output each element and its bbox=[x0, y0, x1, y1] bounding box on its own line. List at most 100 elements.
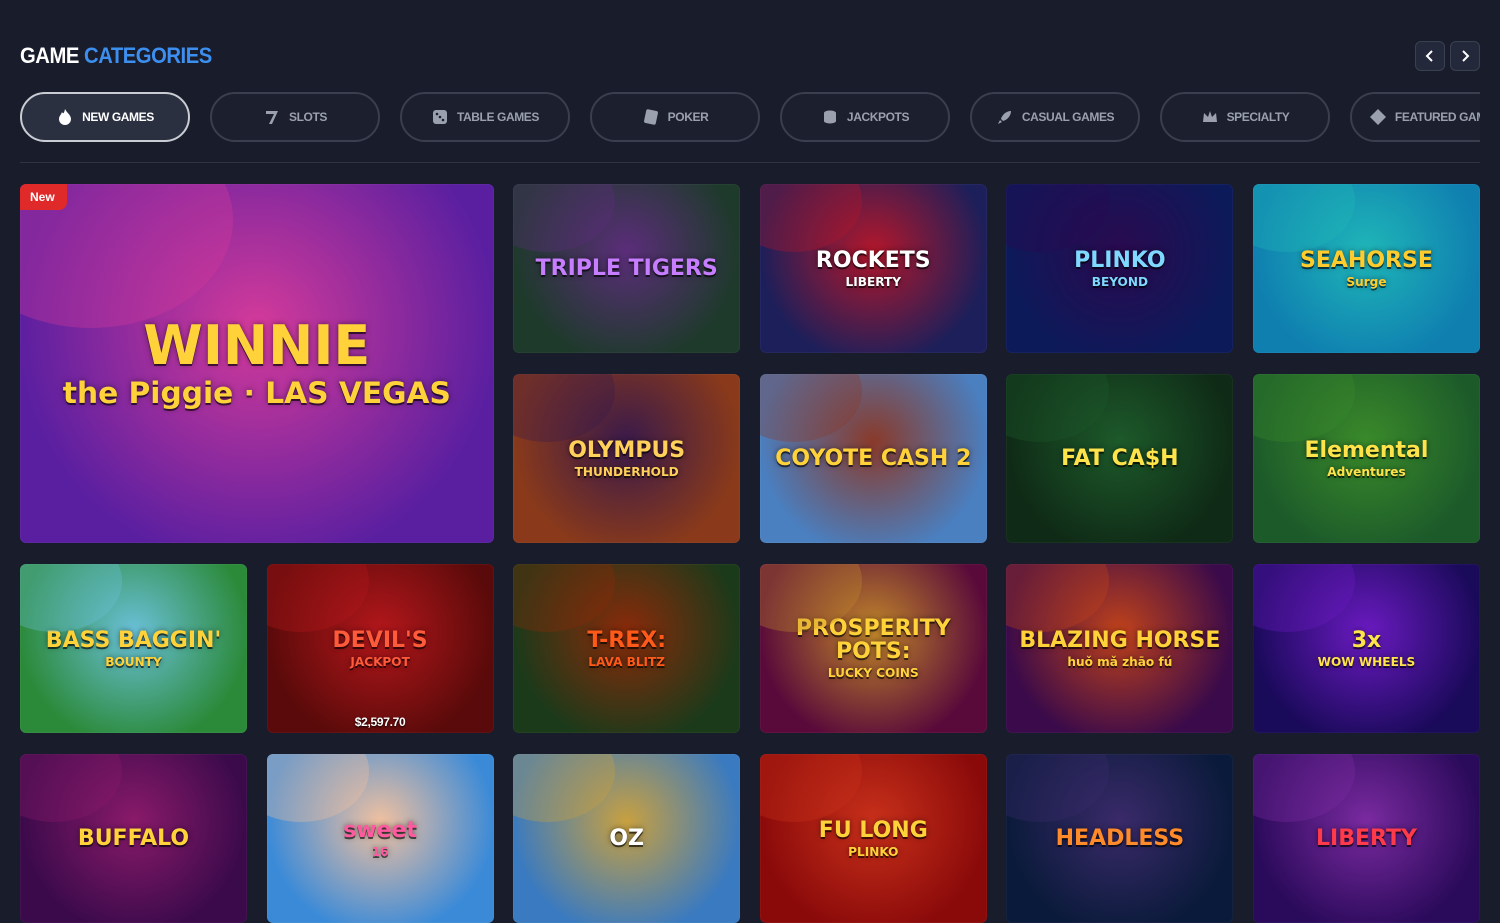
jackpot-amount: $2,597.70 bbox=[354, 715, 406, 729]
game-name: COYOTE CASH 2 bbox=[775, 445, 972, 471]
game-title: OZ bbox=[599, 827, 654, 850]
game-title: BASS BAGGIN' BOUNTY bbox=[36, 629, 231, 669]
game-tile[interactable]: SEAHORSE Surge bbox=[1252, 184, 1480, 353]
tab-label: POKER bbox=[667, 110, 709, 124]
tile-glow bbox=[1006, 754, 1109, 822]
tile-glow bbox=[1252, 754, 1356, 822]
game-title: WINNIE the Piggie · LAS VEGAS bbox=[53, 317, 461, 412]
game-tile[interactable]: COYOTE CASH 2 bbox=[759, 374, 987, 543]
game-title: BLAZING HORSE huǒ mǎ zhāo fú bbox=[1009, 629, 1230, 669]
tab-label: NEW GAMES bbox=[82, 110, 154, 124]
game-subtitle: the Piggie · LAS VEGAS bbox=[62, 376, 451, 412]
game-tile[interactable]: OLYMPUS THUNDERHOLD bbox=[513, 374, 741, 543]
tab-poker[interactable]: POKER bbox=[590, 92, 760, 142]
tab-label: JACKPOTS bbox=[846, 110, 910, 124]
new-badge: New bbox=[20, 184, 67, 210]
game-name: BUFFALO bbox=[77, 825, 190, 851]
chevron-left-icon bbox=[1425, 50, 1433, 62]
game-title: OLYMPUS THUNDERHOLD bbox=[558, 439, 695, 479]
game-title: ROCKETS LIBERTY bbox=[806, 249, 941, 289]
game-tile[interactable]: OZ bbox=[513, 754, 741, 923]
rocket-icon bbox=[997, 111, 1011, 124]
seven-icon bbox=[265, 111, 278, 124]
game-subtitle: THUNDERHOLD bbox=[574, 464, 679, 479]
tab-casual-games[interactable]: CASUAL GAMES bbox=[970, 92, 1140, 142]
game-title: BUFFALO bbox=[68, 827, 199, 850]
game-tile[interactable]: Elemental Adventures bbox=[1252, 374, 1480, 543]
tile-glow bbox=[513, 374, 616, 442]
game-name: T-REX: bbox=[587, 627, 666, 653]
game-tile[interactable]: BLAZING HORSE huǒ mǎ zhāo fú bbox=[1006, 564, 1234, 733]
tile-glow bbox=[266, 564, 369, 632]
tab-label: TABLE GAMES bbox=[456, 110, 540, 124]
card-icon bbox=[643, 109, 658, 125]
game-subtitle: LUCKY COINS bbox=[827, 666, 919, 681]
game-title: 3x WOW WHEELS bbox=[1308, 629, 1426, 669]
game-tile[interactable]: New WINNIE the Piggie · LAS VEGAS bbox=[20, 184, 494, 543]
scroll-left-button[interactable] bbox=[1415, 41, 1445, 71]
game-subtitle: Surge bbox=[1346, 274, 1387, 289]
game-name: Elemental bbox=[1304, 437, 1429, 463]
game-subtitle: PLINKO bbox=[848, 844, 899, 859]
game-grid: New WINNIE the Piggie · LAS VEGAS TRIPLE TI… bbox=[20, 184, 1480, 923]
tab-jackpots[interactable]: JACKPOTS bbox=[780, 92, 950, 142]
section-title-part1: GAME bbox=[20, 43, 79, 68]
game-tile[interactable]: BUFFALO bbox=[20, 754, 247, 923]
game-name: 3x bbox=[1351, 627, 1382, 653]
game-name: OLYMPUS bbox=[568, 437, 686, 463]
game-subtitle: BEYOND bbox=[1091, 274, 1148, 289]
game-subtitle: WOW WHEELS bbox=[1317, 654, 1416, 669]
tab-label: SPECIALTY bbox=[1226, 110, 1290, 124]
game-tile[interactable]: T-REX: LAVA BLITZ bbox=[513, 564, 741, 733]
scroll-right-button[interactable] bbox=[1450, 41, 1480, 71]
tile-glow bbox=[1252, 184, 1356, 252]
tile-glow bbox=[513, 564, 616, 632]
game-subtitle: JACKPOT bbox=[350, 654, 410, 669]
tile-glow bbox=[1006, 184, 1109, 252]
game-subtitle: huǒ mǎ zhāo fú bbox=[1067, 654, 1173, 669]
game-tile[interactable]: sweet 16 bbox=[266, 754, 494, 923]
game-tile[interactable]: DEVIL'S JACKPOT $2,597.70 bbox=[266, 564, 494, 733]
game-tile[interactable]: LIBERTY bbox=[1252, 754, 1480, 923]
tile-glow bbox=[20, 564, 123, 632]
game-tile[interactable]: FU LONG PLINKO bbox=[759, 754, 987, 923]
category-tabs: NEW GAMES SLOTS TABLE GAMES POKER JACKPOTS CA… bbox=[20, 92, 1480, 142]
tab-specialty[interactable]: SPECIALTY bbox=[1160, 92, 1330, 142]
game-name: ROCKETS bbox=[815, 247, 931, 273]
game-title: PLINKO BEYOND bbox=[1064, 249, 1176, 289]
game-tile[interactable]: HEADLESS bbox=[1006, 754, 1234, 923]
game-subtitle: BOUNTY bbox=[105, 654, 162, 669]
game-name: LIBERTY bbox=[1316, 825, 1417, 851]
tab-table-games[interactable]: TABLE GAMES bbox=[400, 92, 570, 142]
tab-new-games[interactable]: NEW GAMES bbox=[20, 92, 190, 142]
game-name: OZ bbox=[609, 825, 645, 851]
game-tile[interactable]: ROCKETS LIBERTY bbox=[759, 184, 987, 353]
tile-glow bbox=[266, 754, 369, 822]
game-name: SEAHORSE bbox=[1300, 247, 1433, 273]
game-tile[interactable]: PLINKO BEYOND bbox=[1006, 184, 1234, 353]
game-name: TRIPLE TIGERS bbox=[535, 255, 718, 281]
section-title: GAME CATEGORIES bbox=[20, 43, 212, 69]
tab-slots[interactable]: SLOTS bbox=[210, 92, 380, 142]
game-tile[interactable]: BASS BAGGIN' BOUNTY bbox=[20, 564, 247, 733]
game-tile[interactable]: TRIPLE TIGERS bbox=[513, 184, 741, 353]
game-name: WINNIE bbox=[143, 313, 371, 377]
game-title: T-REX: LAVA BLITZ bbox=[577, 629, 676, 669]
tile-glow bbox=[759, 754, 862, 822]
game-name: sweet bbox=[343, 817, 417, 843]
tab-label: CASUAL GAMES bbox=[1021, 110, 1115, 124]
game-tile[interactable]: 3x WOW WHEELS bbox=[1252, 564, 1480, 733]
tile-glow bbox=[513, 184, 616, 252]
game-title: FU LONG PLINKO bbox=[809, 819, 938, 859]
flame-icon bbox=[59, 109, 72, 125]
game-name: FAT CA$H bbox=[1061, 445, 1179, 471]
game-tile[interactable]: PROSPERITY POTS: LUCKY COINS bbox=[759, 564, 987, 733]
diamond-icon bbox=[1369, 109, 1386, 125]
game-subtitle: Adventures bbox=[1327, 464, 1406, 479]
game-title: COYOTE CASH 2 bbox=[765, 447, 981, 470]
game-title: TRIPLE TIGERS bbox=[526, 257, 728, 280]
dice-icon bbox=[432, 110, 447, 124]
game-name: DEVIL'S bbox=[332, 627, 428, 653]
game-tile[interactable]: FAT CA$H bbox=[1006, 374, 1234, 543]
tab-featured-games[interactable]: FEATURED GAMES bbox=[1350, 92, 1480, 142]
